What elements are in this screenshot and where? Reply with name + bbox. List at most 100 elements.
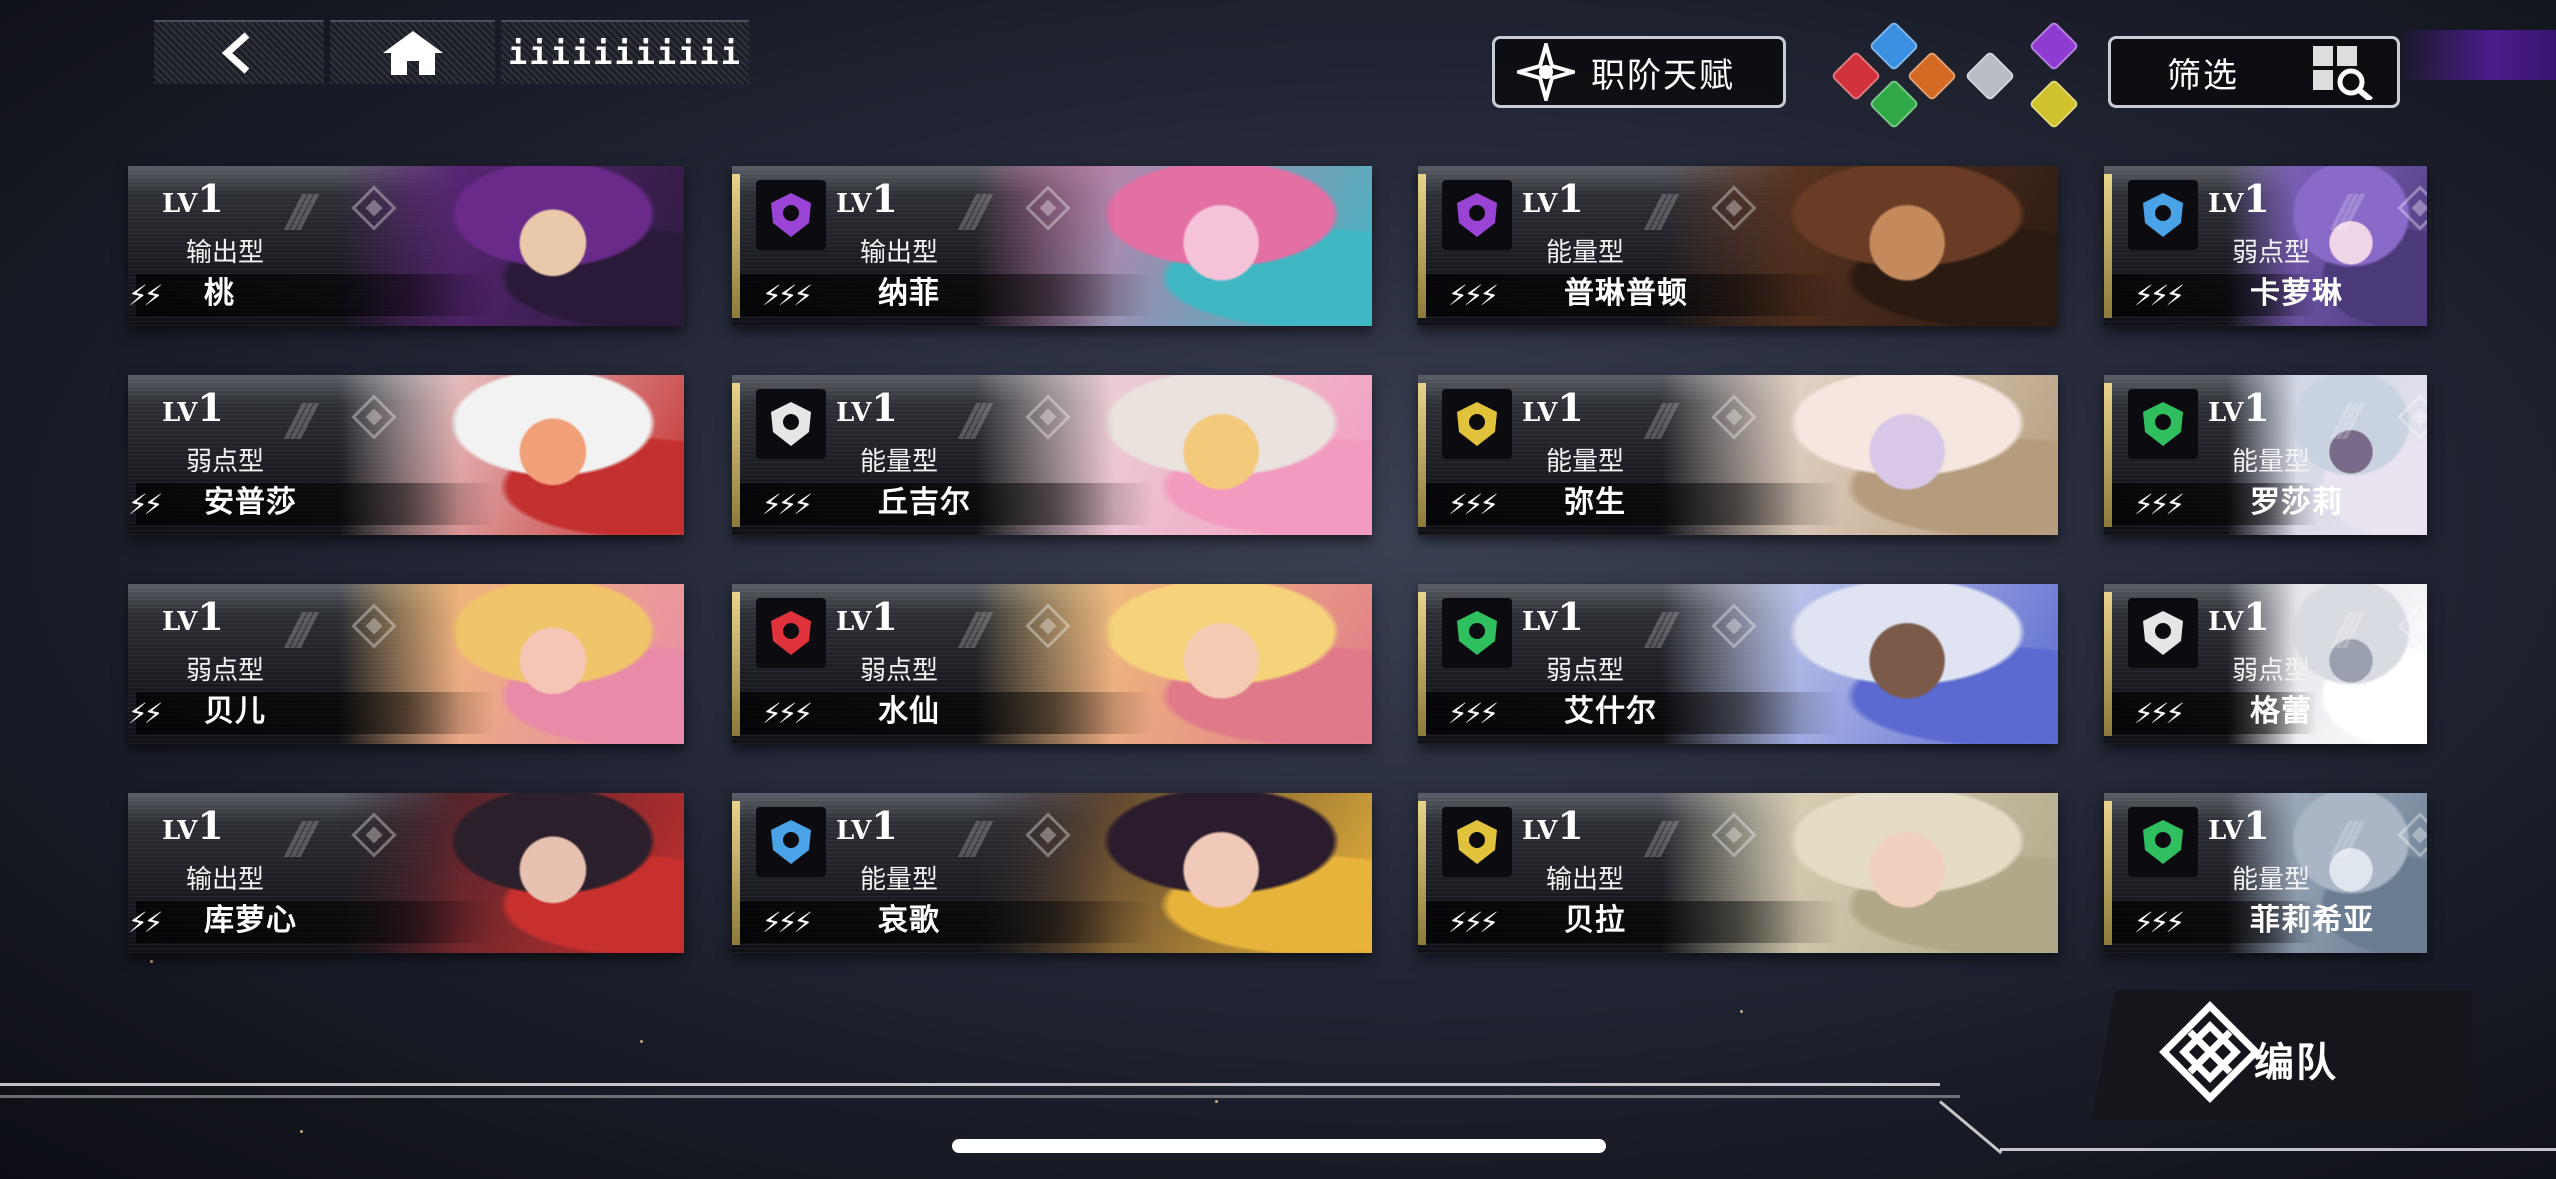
class-talent-button[interactable]: 职阶天赋 — [1492, 36, 1786, 108]
character-card[interactable]: LV1 /// 能量型 ⚡⚡⚡ 菲莉希亚 — [2104, 793, 2427, 953]
class-emblem-icon — [756, 807, 826, 877]
character-name: 丘吉尔 — [878, 485, 971, 520]
slash-decoration: /// — [2334, 395, 2362, 446]
slash-decoration: /// — [1648, 813, 1676, 864]
slash-decoration: /// — [2334, 604, 2362, 655]
class-emblem-icon — [1442, 807, 1512, 877]
element-filter[interactable] — [1818, 20, 2092, 130]
character-card[interactable]: LV1 /// 输出型 ⚡⚡⚡ 贝拉 — [1418, 793, 2058, 953]
knot-emblem-icon — [2159, 1001, 2261, 1103]
account-tab[interactable]: iiiiiiiiiii — [501, 20, 749, 84]
star-rating-icon: ⚡⚡⚡ — [1448, 697, 1499, 730]
red-element-icon[interactable] — [1830, 50, 1882, 102]
character-level: LV1 — [162, 176, 224, 221]
level-number: 1 — [2243, 594, 2270, 639]
class-emblem-icon — [756, 180, 826, 250]
character-type: 能量型 — [2232, 447, 2311, 477]
rarity-edge — [2104, 174, 2112, 318]
star-rating-icon: ⚡⚡ — [128, 697, 163, 730]
slash-decoration: /// — [288, 395, 316, 446]
character-card[interactable]: LV1 /// 能量型 ⚡⚡⚡ 丘吉尔 — [732, 375, 1372, 535]
level-prefix: LV — [836, 607, 872, 637]
character-level: LV1 — [162, 803, 224, 848]
green-element-icon[interactable] — [1868, 78, 1920, 130]
class-emblem-icon — [2128, 389, 2198, 459]
character-name: 卡萝琳 — [2250, 276, 2343, 311]
level-number: 1 — [2243, 803, 2270, 848]
star-rating-icon: ⚡⚡⚡ — [2134, 279, 2185, 312]
character-card[interactable]: LV1 /// 弱点型 ⚡⚡ 贝儿 — [128, 584, 684, 744]
rarity-edge — [1418, 592, 1426, 736]
class-emblem-icon — [2128, 598, 2198, 668]
home-button[interactable] — [330, 20, 495, 84]
level-number: 1 — [2243, 385, 2270, 430]
divider-line-slant — [1939, 1100, 2003, 1155]
rarity-edge — [2104, 383, 2112, 527]
character-card[interactable]: LV1 /// 弱点型 ⚡⚡⚡ 水仙 — [732, 584, 1372, 744]
character-name: 菲莉希亚 — [2250, 903, 2374, 938]
star-rating-icon: ⚡⚡⚡ — [1448, 279, 1499, 312]
character-name: 弥生 — [1564, 485, 1626, 520]
rarity-edge — [2104, 592, 2112, 736]
star-rating-icon: ⚡⚡⚡ — [1448, 488, 1499, 521]
character-level: LV1 — [1522, 385, 1584, 430]
rarity-edge — [1418, 801, 1426, 945]
formation-button[interactable]: 编队 — [2082, 990, 2472, 1120]
character-name: 安普莎 — [204, 485, 297, 520]
level-number: 1 — [1557, 594, 1584, 639]
character-card[interactable]: LV1 /// 弱点型 ⚡⚡ 安普莎 — [128, 375, 684, 535]
character-type: 弱点型 — [186, 447, 265, 477]
level-prefix: LV — [1522, 607, 1558, 637]
character-level: LV1 — [836, 803, 898, 848]
star-rating-icon: ⚡⚡⚡ — [762, 279, 813, 312]
character-level: LV1 — [2208, 803, 2270, 848]
rarity-edge — [732, 801, 740, 945]
character-name: 纳菲 — [878, 276, 940, 311]
level-number: 1 — [2243, 176, 2270, 221]
character-card[interactable]: LV1 /// 输出型 ⚡⚡⚡ 纳菲 — [732, 166, 1372, 326]
level-number: 1 — [1557, 803, 1584, 848]
character-level: LV1 — [836, 176, 898, 221]
level-number: 1 — [1557, 385, 1584, 430]
back-button[interactable] — [154, 20, 324, 84]
home-indicator[interactable] — [952, 1139, 1606, 1153]
character-card[interactable]: LV1 /// 能量型 ⚡⚡⚡ 哀歌 — [732, 793, 1372, 953]
character-type: 弱点型 — [186, 656, 265, 686]
blue-element-icon[interactable] — [1868, 20, 1920, 72]
level-prefix: LV — [2208, 398, 2244, 428]
orange-element-icon[interactable] — [1906, 50, 1958, 102]
level-number: 1 — [871, 176, 898, 221]
character-card[interactable]: LV1 /// 能量型 ⚡⚡⚡ 罗莎莉 — [2104, 375, 2427, 535]
slash-decoration: /// — [288, 813, 316, 864]
name-bar — [136, 274, 495, 316]
gray-element-icon[interactable] — [1964, 50, 2016, 102]
character-card[interactable]: LV1 /// 输出型 ⚡⚡ 库萝心 — [128, 793, 684, 953]
character-level: LV1 — [1522, 594, 1584, 639]
character-card[interactable]: LV1 /// 能量型 ⚡⚡⚡ 普琳普顿 — [1418, 166, 2058, 326]
class-emblem-icon — [2128, 180, 2198, 250]
class-talent-label: 职阶天赋 — [1591, 55, 1735, 96]
purple-element-icon[interactable] — [2028, 20, 2080, 72]
level-prefix: LV — [1522, 189, 1558, 219]
level-prefix: LV — [2208, 816, 2244, 846]
character-type: 输出型 — [186, 865, 265, 895]
level-prefix: LV — [1522, 398, 1558, 428]
slash-decoration: /// — [962, 813, 990, 864]
character-card[interactable]: LV1 /// 弱点型 ⚡⚡⚡ 格蕾 — [2104, 584, 2427, 744]
character-name: 普琳普顿 — [1564, 276, 1688, 311]
divider-line-lower — [0, 1095, 1960, 1098]
yellow-element-icon[interactable] — [2028, 78, 2080, 130]
slash-decoration: /// — [288, 604, 316, 655]
character-type: 弱点型 — [2232, 238, 2311, 268]
filter-button[interactable]: 筛选 — [2108, 36, 2400, 108]
character-card[interactable]: LV1 /// 能量型 ⚡⚡⚡ 弥生 — [1418, 375, 2058, 535]
character-card[interactable]: LV1 /// 输出型 ⚡⚡ 桃 — [128, 166, 684, 326]
character-card[interactable]: LV1 /// 弱点型 ⚡⚡⚡ 卡萝琳 — [2104, 166, 2427, 326]
star-rating-icon: ⚡⚡ — [128, 279, 163, 312]
character-level: LV1 — [1522, 176, 1584, 221]
slash-decoration: /// — [288, 186, 316, 237]
rarity-edge — [2104, 801, 2112, 945]
corner-accent — [2396, 30, 2556, 80]
character-card[interactable]: LV1 /// 弱点型 ⚡⚡⚡ 艾什尔 — [1418, 584, 2058, 744]
account-tab-label: iiiiiiiiiii — [508, 34, 742, 72]
